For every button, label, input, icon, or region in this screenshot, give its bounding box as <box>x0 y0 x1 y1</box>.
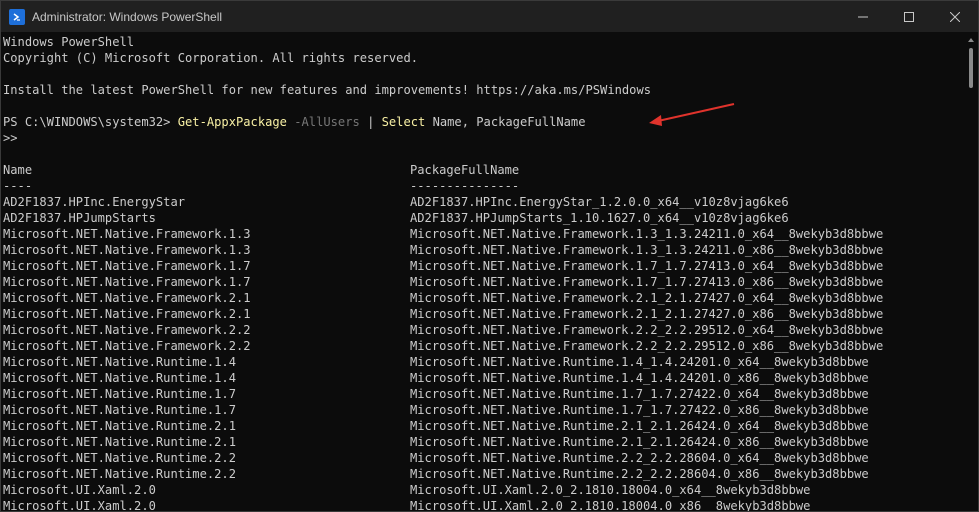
cell-packagefullname: Microsoft.NET.Native.Runtime.2.2_2.2.286… <box>410 451 869 465</box>
command-parameter: -AllUsers <box>294 115 360 129</box>
table-header: Name PackageFullName <box>3 162 964 178</box>
table-row: Microsoft.NET.Native.Framework.1.3 Micros… <box>3 226 964 242</box>
underline-packagefullname: --------------- <box>410 179 520 193</box>
minimize-button[interactable] <box>840 1 886 32</box>
cell-name: AD2F1837.HPJumpStarts <box>3 211 156 225</box>
cell-name: Microsoft.NET.Native.Runtime.1.7 <box>3 403 236 417</box>
table-row: Microsoft.NET.Native.Runtime.2.1 Microsof… <box>3 434 964 450</box>
red-arrow-annotation <box>649 103 735 126</box>
table-row: Microsoft.NET.Native.Runtime.1.7 Microsof… <box>3 402 964 418</box>
table-row: Microsoft.NET.Native.Framework.2.1 Micros… <box>3 290 964 306</box>
cell-packagefullname: AD2F1837.HPJumpStarts_1.10.1627.0_x64__v… <box>410 211 789 225</box>
cell-packagefullname: Microsoft.NET.Native.Framework.1.7_1.7.2… <box>410 259 884 273</box>
select-command: Select <box>381 115 426 129</box>
cell-name: Microsoft.NET.Native.Framework.2.2 <box>3 323 251 337</box>
table-row: Microsoft.NET.Native.Framework.1.3 Micros… <box>3 242 964 258</box>
console-line: Windows PowerShell <box>3 35 135 49</box>
cell-name: Microsoft.NET.Native.Runtime.2.2 <box>3 451 236 465</box>
cell-packagefullname: AD2F1837.HPInc.EnergyStar_1.2.0.0_x64__v… <box>410 195 789 209</box>
table-row: AD2F1837.HPInc.EnergyStar AD2F1837.HPInc.… <box>3 194 964 210</box>
cell-name: Microsoft.UI.Xaml.2.0 <box>3 499 156 512</box>
cell-packagefullname: Microsoft.NET.Native.Runtime.1.4_1.4.242… <box>410 371 869 385</box>
cell-packagefullname: Microsoft.UI.Xaml.2.0_2.1810.18004.0_x86… <box>410 499 811 512</box>
vertical-scrollbar[interactable] <box>964 32 978 511</box>
cell-name: Microsoft.NET.Native.Framework.2.1 <box>3 307 251 321</box>
cell-packagefullname: Microsoft.NET.Native.Runtime.2.2_2.2.286… <box>410 467 869 481</box>
cell-name: Microsoft.NET.Native.Runtime.2.1 <box>3 435 236 449</box>
cell-name: Microsoft.NET.Native.Runtime.1.4 <box>3 371 236 385</box>
close-button[interactable] <box>932 1 978 32</box>
cell-packagefullname: Microsoft.NET.Native.Runtime.2.1_2.1.264… <box>410 419 869 433</box>
minimize-icon <box>858 16 868 17</box>
cell-packagefullname: Microsoft.NET.Native.Runtime.1.7_1.7.274… <box>410 403 869 417</box>
table-row: Microsoft.UI.Xaml.2.0 Microsoft.UI.Xaml.2… <box>3 498 964 512</box>
underline-name: ---- <box>3 179 33 193</box>
table-row: Microsoft.UI.Xaml.2.0 Microsoft.UI.Xaml.2… <box>3 482 964 498</box>
table-row: Microsoft.NET.Native.Framework.2.2 Micros… <box>3 338 964 354</box>
prompt-path: PS C:\WINDOWS\system32> <box>3 115 178 129</box>
title-bar[interactable]: Administrator: Windows PowerShell <box>1 1 978 32</box>
table-header-underline: ---- --------------- <box>3 178 964 194</box>
cell-packagefullname: Microsoft.NET.Native.Framework.2.1_2.1.2… <box>410 291 884 305</box>
cell-name: Microsoft.NET.Native.Framework.1.3 <box>3 227 251 241</box>
command-name: Get-AppxPackage <box>177 115 287 129</box>
cell-packagefullname: Microsoft.NET.Native.Runtime.2.1_2.1.264… <box>410 435 869 449</box>
table-row: Microsoft.NET.Native.Runtime.2.2 Microsof… <box>3 450 964 466</box>
pipe-operator: | <box>367 115 375 129</box>
close-icon <box>950 11 960 22</box>
table-row: Microsoft.NET.Native.Runtime.1.4 Microsof… <box>3 370 964 386</box>
console-output[interactable]: Windows PowerShell Copyright (C) Microso… <box>1 32 964 511</box>
table-row: Microsoft.NET.Native.Framework.1.7 Micros… <box>3 258 964 274</box>
cell-packagefullname: Microsoft.NET.Native.Framework.1.3_1.3.2… <box>410 243 884 257</box>
cell-name: Microsoft.NET.Native.Framework.1.7 <box>3 275 251 289</box>
cell-packagefullname: Microsoft.NET.Native.Framework.2.2_2.2.2… <box>410 339 884 353</box>
cell-packagefullname: Microsoft.NET.Native.Runtime.1.7_1.7.274… <box>410 387 869 401</box>
maximize-icon <box>904 11 914 22</box>
cell-name: Microsoft.NET.Native.Framework.1.3 <box>3 243 251 257</box>
console-line: Install the latest PowerShell for new fe… <box>3 83 652 97</box>
table-row: Microsoft.NET.Native.Runtime.1.4 Microsof… <box>3 354 964 370</box>
maximize-button[interactable] <box>886 1 932 32</box>
select-arguments: Name, PackageFullName <box>432 115 586 129</box>
cell-packagefullname: Microsoft.NET.Native.Framework.2.1_2.1.2… <box>410 307 884 321</box>
cell-name: AD2F1837.HPInc.EnergyStar <box>3 195 186 209</box>
table-row: Microsoft.NET.Native.Runtime.1.7 Microsof… <box>3 386 964 402</box>
cell-name: Microsoft.NET.Native.Runtime.1.7 <box>3 387 236 401</box>
cell-name: Microsoft.UI.Xaml.2.0 <box>3 483 156 497</box>
table-row: Microsoft.NET.Native.Runtime.2.2 Microsof… <box>3 466 964 482</box>
cell-name: Microsoft.NET.Native.Framework.2.1 <box>3 291 251 305</box>
window-title: Administrator: Windows PowerShell <box>32 9 223 24</box>
table-row: Microsoft.NET.Native.Framework.2.2 Micros… <box>3 322 964 338</box>
cell-packagefullname: Microsoft.NET.Native.Runtime.1.4_1.4.242… <box>410 355 869 369</box>
column-header-name: Name <box>3 163 33 177</box>
cell-packagefullname: Microsoft.NET.Native.Framework.1.7_1.7.2… <box>410 275 884 289</box>
cell-name: Microsoft.NET.Native.Runtime.1.4 <box>3 355 236 369</box>
table-row: Microsoft.NET.Native.Runtime.2.1 Microsof… <box>3 418 964 434</box>
scroll-thumb[interactable] <box>969 48 973 88</box>
cell-name: Microsoft.NET.Native.Runtime.2.1 <box>3 419 236 433</box>
cell-name: Microsoft.NET.Native.Framework.1.7 <box>3 259 251 273</box>
powershell-icon <box>9 8 25 25</box>
cell-packagefullname: Microsoft.UI.Xaml.2.0_2.1810.18004.0_x64… <box>410 483 811 497</box>
column-header-packagefullname: PackageFullName <box>410 163 520 177</box>
continuation-prompt: >> <box>3 131 18 145</box>
table-body: AD2F1837.HPInc.EnergyStar AD2F1837.HPInc.… <box>3 194 964 512</box>
scroll-up-arrow-icon[interactable] <box>968 38 974 42</box>
console-line: Copyright (C) Microsoft Corporation. All… <box>3 51 419 65</box>
table-row: AD2F1837.HPJumpStarts AD2F1837.HPJumpStar… <box>3 210 964 226</box>
cell-name: Microsoft.NET.Native.Framework.2.2 <box>3 339 251 353</box>
command-line: PS C:\WINDOWS\system32> Get-AppxPackage … <box>3 114 964 130</box>
cell-packagefullname: Microsoft.NET.Native.Framework.1.3_1.3.2… <box>410 227 884 241</box>
table-row: Microsoft.NET.Native.Framework.1.7 Micros… <box>3 274 964 290</box>
table-row: Microsoft.NET.Native.Framework.2.1 Micros… <box>3 306 964 322</box>
powershell-window: Administrator: Windows PowerShell Window… <box>0 0 979 512</box>
cell-name: Microsoft.NET.Native.Runtime.2.2 <box>3 467 236 481</box>
cell-packagefullname: Microsoft.NET.Native.Framework.2.2_2.2.2… <box>410 323 884 337</box>
